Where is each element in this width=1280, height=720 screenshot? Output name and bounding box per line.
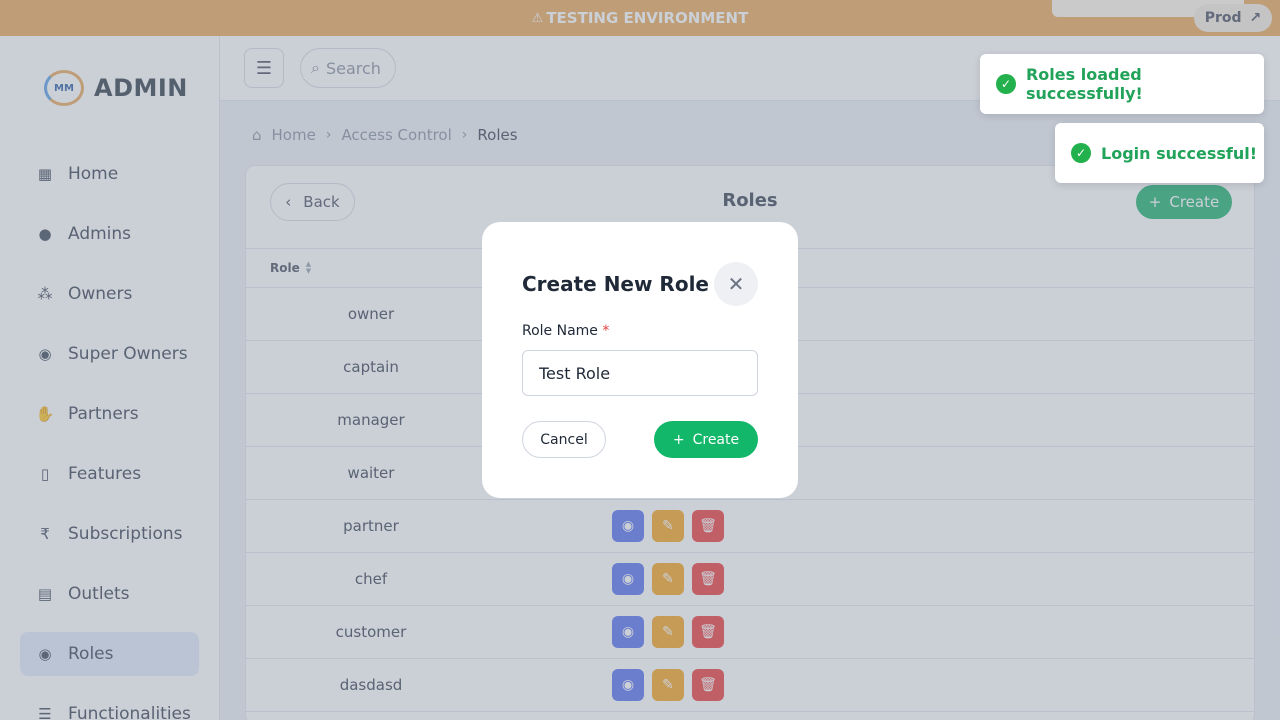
- plus-icon: +: [672, 431, 685, 448]
- role-name-label: Role Name *: [522, 323, 609, 339]
- check-circle-icon: ✓: [996, 74, 1016, 94]
- toast-notification[interactable]: ✓ Roles loaded successfully!: [980, 54, 1264, 114]
- required-mark: *: [602, 323, 610, 339]
- cancel-label: Cancel: [540, 431, 588, 448]
- cancel-button[interactable]: Cancel: [522, 421, 606, 458]
- role-name-input[interactable]: [522, 350, 758, 396]
- toast-notification[interactable]: ✓ Login successful!: [1055, 123, 1264, 183]
- close-button[interactable]: ✕: [714, 262, 758, 306]
- submit-create-label: Create: [692, 431, 740, 448]
- toast-text: Roles loaded successfully!: [1025, 65, 1143, 103]
- create-role-modal: Create New Role ✕ Role Name * Cancel + C…: [482, 222, 798, 498]
- submit-create-button[interactable]: + Create: [654, 421, 758, 458]
- role-name-label-text: Role Name: [522, 323, 598, 339]
- check-circle-icon: ✓: [1071, 143, 1091, 163]
- modal-title: Create New Role: [522, 272, 709, 296]
- toast-text: Login successful!: [1101, 143, 1257, 163]
- close-icon: ✕: [727, 272, 745, 296]
